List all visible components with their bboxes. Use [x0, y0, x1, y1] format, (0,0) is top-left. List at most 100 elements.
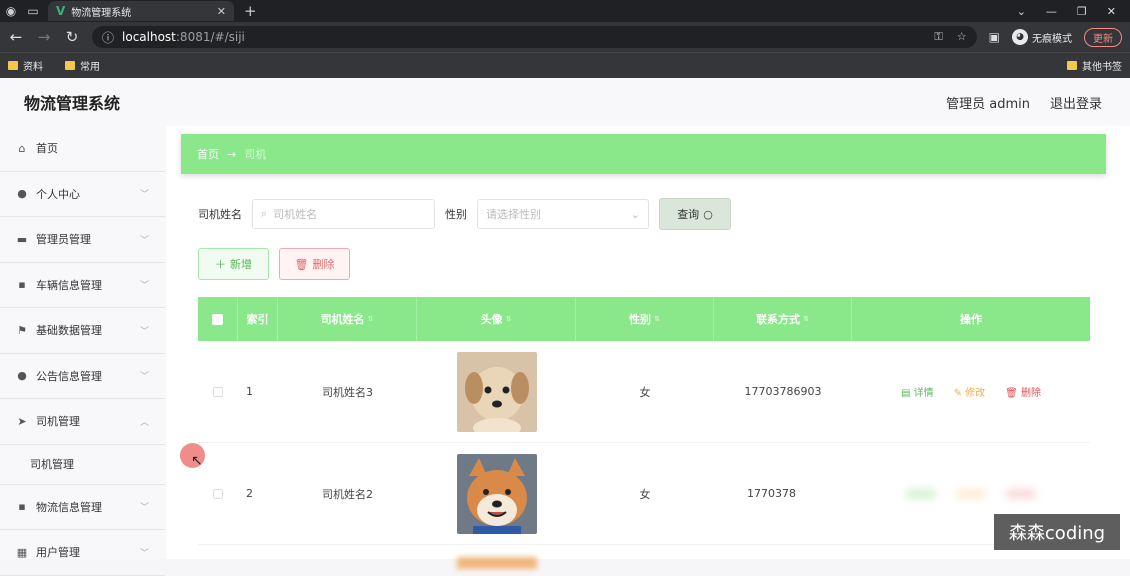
- sidebar-item-notices[interactable]: ● 公告信息管理 ﹀: [0, 354, 165, 399]
- detail-button[interactable]: ▤ 详情: [901, 384, 934, 399]
- other-bookmarks[interactable]: 其他书签: [1067, 58, 1122, 73]
- browser-tab[interactable]: V 物流管理系统 ✕: [48, 1, 234, 21]
- sex-select[interactable]: 请选择性别 ⌄: [477, 199, 649, 229]
- bookmark-label: 资料: [23, 62, 43, 73]
- browser-chrome: ◉ ▭ V 物流管理系统 ✕ + ⌄ — ❐ ✕ ← → ↻ ⓘ localho…: [0, 0, 1130, 78]
- sidebar-item-label: 管理员管理: [36, 233, 91, 247]
- restore-icon[interactable]: ❐: [1077, 5, 1087, 18]
- chat-icon: ▪: [18, 500, 26, 514]
- sidebar-item-logistics[interactable]: ▪ 物流信息管理 ﹀: [0, 485, 165, 530]
- add-button[interactable]: ＋ 新增: [198, 248, 269, 280]
- sort-icon[interactable]: ⇅: [803, 315, 809, 323]
- query-button[interactable]: 查询 ○: [659, 198, 731, 230]
- header-label: 联系方式: [756, 313, 801, 326]
- vue-icon: V: [56, 4, 66, 18]
- user-area: 管理员 admin 退出登录: [946, 93, 1106, 112]
- drivers-table: 索引 司机姓名 ⇅ 头像 ⇅ 性别 ⇅ 联系方式 ⇅ 操作 1 司机姓名3 女 …: [198, 297, 1090, 575]
- bookmarks-bar: 资料 常用 其他书签: [0, 52, 1130, 78]
- driver-name-input[interactable]: ⌕ 司机姓名: [252, 199, 435, 229]
- table-header: 索引 司机姓名 ⇅ 头像 ⇅ 性别 ⇅ 联系方式 ⇅ 操作: [198, 297, 1090, 341]
- sidebar-item-admins[interactable]: ▬ 管理员管理 ﹀: [0, 217, 165, 263]
- breadcrumb-home[interactable]: 首页: [197, 146, 219, 162]
- globe-icon[interactable]: ◉: [0, 1, 22, 21]
- user-name: 管理员 admin: [946, 96, 1030, 112]
- key-icon[interactable]: ⚿: [934, 30, 942, 44]
- chevron-down-icon: ﹀: [139, 503, 149, 514]
- table-row: 1 司机姓名3 女 17703786903 ▤ 详情 ✎ 修改 🗑 删除: [198, 341, 1090, 443]
- edit-button[interactable]: [956, 488, 986, 499]
- row-checkbox[interactable]: [213, 488, 223, 499]
- window-icon[interactable]: ▭: [22, 1, 44, 21]
- tab-strip: ◉ ▭ V 物流管理系统 ✕ + ⌄ — ❐ ✕: [0, 0, 1130, 22]
- reload-icon[interactable]: ↻: [64, 28, 80, 46]
- sidebar-item-drivers[interactable]: ➤ 司机管理 ︿: [0, 399, 165, 445]
- shiba-photo[interactable]: [456, 453, 537, 534]
- user-icon: ●: [17, 187, 27, 201]
- header-sex[interactable]: 性别 ⇅: [576, 297, 714, 341]
- select-all-checkbox[interactable]: [212, 313, 223, 325]
- chevron-down-icon: ﹀: [139, 548, 149, 559]
- sort-icon[interactable]: ⇅: [654, 315, 660, 323]
- url-input[interactable]: ⓘ localhost:8081/#/siji ⚿ ☆: [92, 26, 977, 48]
- minimize-icon[interactable]: —: [1046, 5, 1057, 18]
- app-title: 物流管理系统: [24, 94, 121, 113]
- incognito-label: 无痕模式: [1032, 33, 1072, 45]
- row-photo-cell: [417, 443, 576, 544]
- row-checkbox[interactable]: [213, 386, 223, 397]
- close-tab-icon[interactable]: ✕: [217, 5, 226, 18]
- sidebar-item-users[interactable]: ▦ 用户管理 ﹀: [0, 530, 165, 576]
- row-phone: 1770378: [714, 443, 852, 544]
- incognito-badge[interactable]: ◕ 无痕模式: [1012, 29, 1072, 45]
- breadcrumb-arrow: →: [227, 147, 237, 161]
- chevron-down-icon[interactable]: ⌄: [1017, 5, 1026, 18]
- search-form: 司机姓名 ⌕ 司机姓名 性别 请选择性别 ⌄ 查询 ○: [198, 198, 731, 230]
- header-phone[interactable]: 联系方式 ⇅: [714, 297, 852, 341]
- sidebar-item-basic-data[interactable]: ⚑ 基础数据管理 ﹀: [0, 308, 165, 354]
- sidebar-toggle-icon[interactable]: ▣: [989, 30, 1000, 44]
- update-button[interactable]: 更新: [1084, 27, 1122, 47]
- folder-icon: [65, 61, 75, 70]
- detail-button[interactable]: [906, 488, 936, 499]
- trash-icon: 🗑: [294, 257, 309, 271]
- star-icon[interactable]: ☆: [957, 30, 967, 44]
- bookmark-folder-1[interactable]: 常用: [65, 58, 100, 73]
- header-photo[interactable]: 头像 ⇅: [417, 297, 576, 341]
- new-tab-icon[interactable]: +: [244, 2, 257, 20]
- sidebar-item-label: 基础数据管理: [36, 324, 102, 338]
- logout-link[interactable]: 退出登录: [1050, 93, 1102, 112]
- header-name[interactable]: 司机姓名 ⇅: [278, 297, 417, 341]
- chevron-down-icon: ﹀: [139, 326, 149, 337]
- puppy-photo[interactable]: [456, 351, 537, 432]
- delete-label: 删除: [312, 258, 335, 271]
- sort-icon[interactable]: ⇅: [506, 315, 512, 323]
- sidebar-item-home[interactable]: ⌂ 首页: [0, 126, 165, 172]
- sidebar-item-profile[interactable]: ● 个人中心 ﹀: [0, 172, 165, 217]
- folder-icon: [1067, 61, 1077, 70]
- bookmark-folder-0[interactable]: 资料: [8, 58, 43, 73]
- row-sex: 女: [639, 487, 651, 501]
- row-spacer: [278, 545, 417, 575]
- submenu-drivers[interactable]: 司机管理: [0, 445, 165, 485]
- header-label: 头像: [480, 313, 503, 326]
- sort-icon[interactable]: ⇅: [368, 315, 374, 323]
- sidebar-item-label: 公告信息管理: [36, 369, 102, 383]
- forward-icon[interactable]: →: [36, 28, 52, 46]
- sidebar-item-label: 车辆信息管理: [36, 278, 102, 292]
- close-window-icon[interactable]: ✕: [1107, 5, 1116, 18]
- address-bar: ← → ↻ ⓘ localhost:8081/#/siji ⚿ ☆ ▣ ◕ 无痕…: [0, 22, 1130, 52]
- row-spacer: [238, 545, 278, 575]
- window-controls: ⌄ — ❐ ✕: [1017, 5, 1130, 18]
- back-icon[interactable]: ←: [8, 28, 24, 46]
- row-delete-button[interactable]: 🗑 删除: [1005, 384, 1041, 399]
- edit-button[interactable]: ✎ 修改: [954, 384, 986, 399]
- header-label: 索引: [246, 313, 269, 326]
- search-icon: ○: [703, 207, 713, 221]
- sidebar-item-vehicles[interactable]: ▪ 车辆信息管理 ﹀: [0, 263, 165, 308]
- row-delete-label: 删除: [1021, 388, 1042, 399]
- action-buttons: ＋ 新增 🗑 删除: [198, 248, 350, 280]
- sex-label: 性别: [445, 208, 467, 221]
- info-icon[interactable]: ⓘ: [102, 29, 114, 46]
- row-delete-button[interactable]: [1006, 488, 1036, 499]
- select-all-header: [198, 297, 238, 341]
- delete-button[interactable]: 🗑 删除: [279, 248, 350, 280]
